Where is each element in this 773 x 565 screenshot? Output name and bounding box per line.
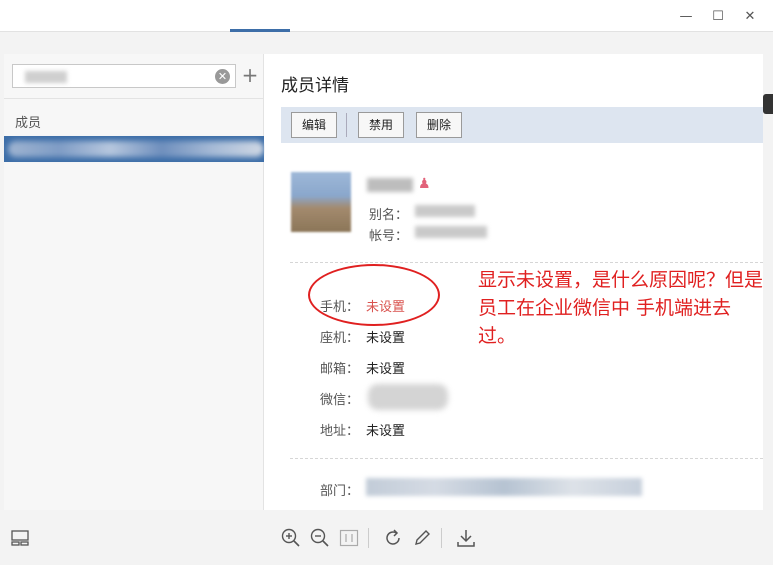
address-value: 未设置 (366, 424, 406, 439)
actual-size-icon[interactable] (337, 526, 361, 550)
download-icon[interactable] (454, 526, 478, 550)
address-label: 地址： (320, 424, 360, 439)
annotation-text: 显示未设置，是什么原因呢？但是员工在企业微信中 手机端进去过。 (478, 269, 764, 347)
department-label: 部门： (320, 484, 360, 499)
account-label: 帐号： (369, 229, 409, 244)
toolbar-separator (368, 528, 369, 548)
add-member-icon[interactable]: + (240, 64, 260, 88)
member-list-item-selected[interactable] (4, 136, 264, 162)
delete-button[interactable]: 删除 (416, 112, 463, 138)
search-blurred-text (25, 71, 67, 83)
viewer-toolbar (0, 512, 773, 565)
account-value-blurred (415, 226, 487, 238)
landline-label: 座机： (320, 331, 360, 346)
maximize-button[interactable]: ☐ (705, 6, 731, 26)
toolbar-separator (346, 113, 347, 137)
action-toolbar: 编辑 禁用 删除 (281, 107, 763, 143)
title-bar: — ☐ ✕ (0, 0, 773, 32)
landline-value: 未设置 (366, 331, 406, 346)
alias-value-blurred (415, 205, 475, 217)
close-button[interactable]: ✕ (737, 6, 763, 26)
sidebar: ✕ + 成员 (4, 54, 264, 510)
disable-button[interactable]: 禁用 (358, 112, 405, 138)
wechat-label: 微信： (320, 393, 360, 408)
toolbar-separator (441, 528, 442, 548)
clear-search-icon[interactable]: ✕ (215, 69, 230, 84)
page-title: 成员详情 (281, 76, 349, 96)
member-group-label: 成员 (15, 116, 42, 131)
member-blurred-name (8, 141, 264, 157)
sidebar-divider (4, 98, 264, 99)
wechat-value-blurred (368, 384, 448, 410)
alias-label: 别名： (369, 208, 409, 223)
zoom-out-icon[interactable] (308, 526, 332, 550)
window-controls: — ☐ ✕ (673, 6, 763, 26)
person-icon: ♟ (418, 176, 431, 192)
edge-fragment (763, 94, 773, 114)
avatar (291, 172, 351, 232)
email-value: 未设置 (366, 362, 406, 377)
active-tab-indicator (230, 29, 290, 32)
annotation-ellipse (308, 264, 440, 326)
edit-icon[interactable] (410, 526, 434, 550)
layout-icon[interactable] (8, 526, 32, 550)
zoom-in-icon[interactable] (279, 526, 303, 550)
app-window: — ☐ ✕ ✕ + 成员 成员详情 编辑 禁用 删除 ♟ 别名： 帐号： 手机：… (0, 0, 773, 565)
email-label: 邮箱： (320, 362, 360, 377)
search-input[interactable]: ✕ (12, 64, 236, 88)
minimize-button[interactable]: — (673, 6, 699, 26)
member-name-blurred (367, 178, 413, 192)
section-divider (290, 458, 763, 459)
section-divider (290, 262, 763, 263)
edit-button[interactable]: 编辑 (291, 112, 338, 138)
department-value-blurred (366, 478, 642, 496)
rotate-icon[interactable] (381, 526, 405, 550)
